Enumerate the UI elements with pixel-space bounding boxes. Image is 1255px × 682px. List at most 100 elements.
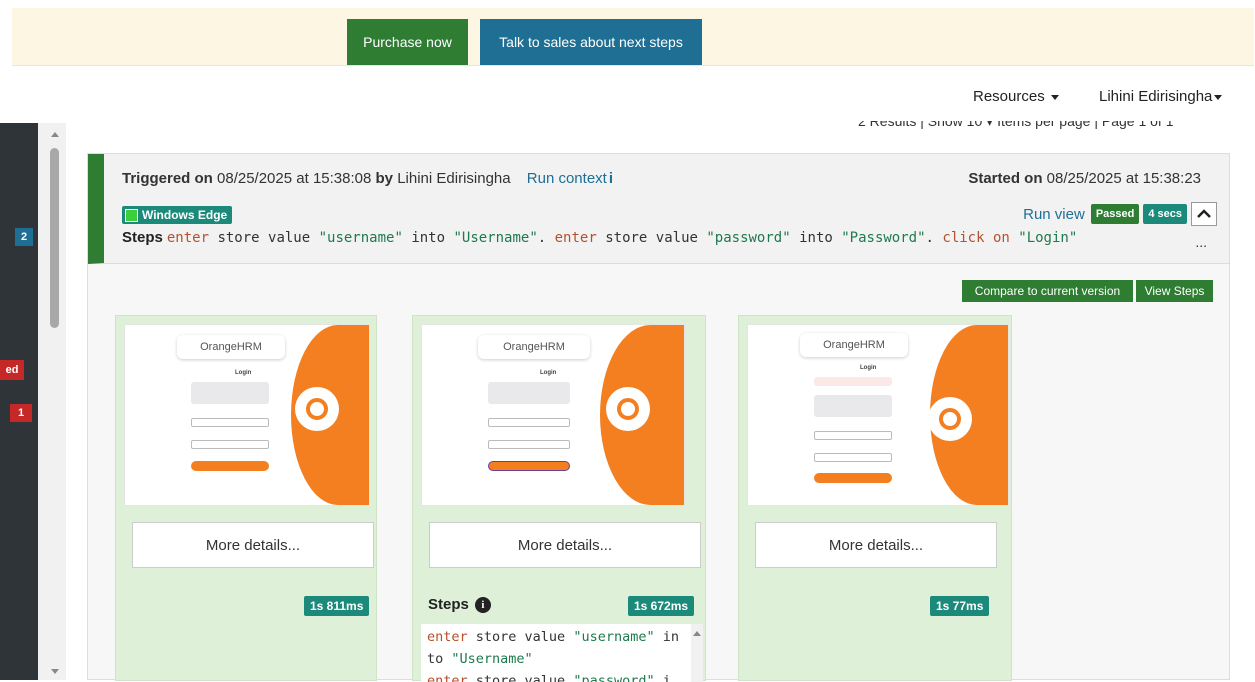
sidebar-status-badge: ed: [0, 360, 24, 380]
step-token: store value: [596, 230, 707, 246]
steps-code-box[interactable]: enter store value "username" in to "Usern…: [421, 624, 703, 682]
step-token: "Username": [451, 651, 533, 667]
sidebar-scrollbar[interactable]: [38, 123, 66, 680]
step-token: .: [537, 230, 555, 246]
steps-summary: Steps enter store value "username" into "…: [122, 229, 1077, 246]
steps-label: Steps: [122, 229, 163, 246]
resources-label: Resources: [973, 88, 1045, 105]
resources-menu[interactable]: Resources: [973, 88, 1059, 105]
step-screenshot-card: OrangeHRM Login More details... 1s 811ms: [115, 315, 377, 681]
step-token: into: [402, 230, 454, 246]
compare-version-button[interactable]: Compare to current version: [962, 280, 1133, 302]
environment-badge: Windows Edge: [122, 206, 233, 224]
at-label: at: [1125, 170, 1139, 187]
left-sidebar: 2 ed 1: [0, 123, 38, 680]
steps-code: enter store value "username" in to "Usern…: [427, 626, 697, 682]
step-token: enter: [554, 230, 597, 246]
run-context-label: Run context: [526, 170, 607, 187]
step-screenshot-card: OrangeHRM Login More details... Steps i …: [412, 315, 706, 682]
code-line: to "Username": [427, 648, 697, 670]
screenshot-thumbnail[interactable]: OrangeHRM Login: [124, 324, 370, 506]
login-title: Login: [540, 370, 557, 376]
step-token: "Login": [1018, 230, 1078, 246]
step-token: i: [654, 673, 671, 682]
results-text: 2 Results | Show 10 ▾ Items per page | P…: [858, 121, 1174, 129]
more-dots[interactable]: ...: [1195, 234, 1207, 250]
run-context-link[interactable]: Run context i: [527, 170, 613, 187]
step-token: "password": [573, 673, 655, 682]
sidebar-count-badge: 2: [15, 228, 33, 246]
scroll-down-icon[interactable]: [51, 669, 59, 674]
started-time: 15:38:23: [1142, 170, 1201, 187]
step-token: enter: [427, 629, 468, 645]
user-menu[interactable]: Lihini Edirisingha: [1099, 88, 1223, 105]
status-badge: Passed: [1090, 204, 1140, 224]
triggered-by: Lihini Edirisingha: [397, 170, 511, 187]
step-token: store value: [209, 230, 319, 246]
error-alert: [814, 377, 892, 386]
started-info: Started on 08/25/2025 at 15:38:23: [968, 170, 1201, 187]
triggered-time: 15:38:08: [312, 170, 372, 187]
orangehrm-logo: OrangeHRM: [800, 333, 908, 357]
step-token: into: [790, 230, 842, 246]
more-details-button[interactable]: More details...: [132, 522, 374, 568]
step-token: enter: [166, 230, 210, 246]
scroll-up-icon[interactable]: [691, 628, 703, 638]
step-duration-badge: 1s 811ms: [304, 596, 370, 616]
orange-logo-icon: [295, 387, 339, 431]
step-token: "username": [573, 629, 655, 645]
step-screenshot-card: OrangeHRM Login More details... 1s 77ms: [738, 315, 1012, 681]
step-token: [1010, 230, 1018, 246]
step-token: in: [654, 629, 679, 645]
scroll-thumb[interactable]: [50, 148, 59, 328]
started-date: 08/25/2025: [1046, 170, 1122, 187]
step-token: "password": [706, 230, 791, 246]
run-view-link[interactable]: Run view: [1023, 206, 1085, 223]
screenshot-thumbnail[interactable]: OrangeHRM Login: [747, 324, 1009, 506]
environment-label: Windows Edge: [142, 208, 228, 222]
started-label: Started on: [968, 170, 1043, 187]
scroll-up-icon[interactable]: [51, 132, 59, 137]
info-icon: i: [608, 170, 613, 187]
triggered-date: 08/25/2025: [217, 170, 293, 187]
code-line: enter store value "password" i: [427, 670, 697, 682]
run-card: Triggered on 08/25/2025 at 15:38:08 by L…: [87, 153, 1230, 682]
orange-logo-icon: [928, 397, 972, 441]
windows-icon: [125, 208, 138, 222]
by-label: by: [375, 170, 394, 187]
run-view-bar: Run view Passed 4 secs: [1023, 202, 1217, 226]
step-duration-badge: 1s 77ms: [930, 596, 990, 616]
orangehrm-logo: OrangeHRM: [478, 335, 590, 359]
more-details-button[interactable]: More details...: [429, 522, 701, 568]
step-token: enter: [427, 673, 468, 682]
caret-down-icon: [1214, 94, 1223, 100]
login-title: Login: [860, 365, 877, 371]
talk-to-sales-button[interactable]: Talk to sales about next steps: [480, 19, 702, 65]
info-icon[interactable]: i: [474, 596, 491, 613]
triggered-label: Triggered on: [122, 170, 213, 187]
step-token: to: [427, 651, 452, 667]
code-scrollbar[interactable]: [691, 624, 703, 682]
screenshot-thumbnail[interactable]: OrangeHRM Login: [421, 324, 685, 506]
step-token: .: [925, 230, 943, 246]
collapse-button[interactable]: [1191, 202, 1217, 226]
code-line: enter store value "username" in: [427, 626, 697, 648]
duration-badge: 4 secs: [1143, 204, 1187, 224]
user-name: Lihini Edirisingha: [1099, 88, 1213, 105]
step-token: "Username": [453, 230, 538, 246]
orangehrm-logo: OrangeHRM: [177, 335, 285, 359]
view-steps-button[interactable]: View Steps: [1136, 280, 1213, 302]
chevron-up-icon: [1197, 209, 1211, 218]
more-details-button[interactable]: More details...: [755, 522, 997, 568]
column-steps-label: Steps: [428, 596, 469, 613]
column-steps-header: Steps i: [428, 596, 491, 613]
step-duration-badge: 1s 672ms: [628, 596, 695, 616]
step-token: click on: [942, 230, 1010, 246]
orange-logo-icon: [606, 387, 650, 431]
caret-down-icon: [1050, 94, 1059, 100]
results-pagination: 2 Results | Show 10 ▾ Items per page | P…: [858, 121, 1246, 131]
purchase-now-button[interactable]: Purchase now: [347, 19, 468, 65]
steps-text: enter store value "username" into "Usern…: [167, 230, 1077, 246]
triggered-info: Triggered on 08/25/2025 at 15:38:08 by L…: [122, 170, 613, 187]
sidebar-failed-badge: 1: [10, 404, 32, 422]
